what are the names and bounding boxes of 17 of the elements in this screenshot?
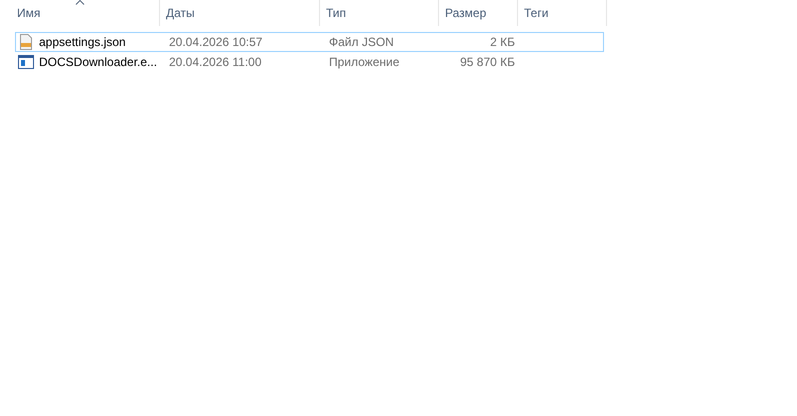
date-cell-text: 20.04.2026 10:57	[169, 34, 264, 51]
column-header[interactable]: Даты	[160, 0, 320, 26]
file-name: appsettings.json	[39, 34, 127, 51]
file-row[interactable]: DOCSDownloader.e... 20.04.2026 11:00 Приложение 95 870 КБ	[15, 52, 604, 72]
size-cell-text: 2 КБ	[489, 34, 515, 51]
type-cell-text: Приложение	[329, 54, 400, 71]
type-cell-text: Файл JSON	[329, 34, 395, 51]
column-header[interactable]: Теги	[518, 0, 607, 26]
application-window-icon	[18, 55, 34, 69]
size-cell-text: 95 870 КБ	[459, 54, 515, 71]
document-icon	[19, 34, 33, 50]
column-header[interactable]: Тип	[320, 0, 439, 26]
date-cell-text: 20.04.2026 11:00	[169, 54, 263, 71]
file-name: DOCSDownloader.e...	[39, 54, 158, 71]
column-header[interactable]: Имя	[0, 0, 160, 26]
column-header[interactable]: Размер	[439, 0, 518, 26]
file-row[interactable]: appsettings.json 20.04.2026 10:57 Файл JSON 2 КБ	[15, 32, 604, 52]
